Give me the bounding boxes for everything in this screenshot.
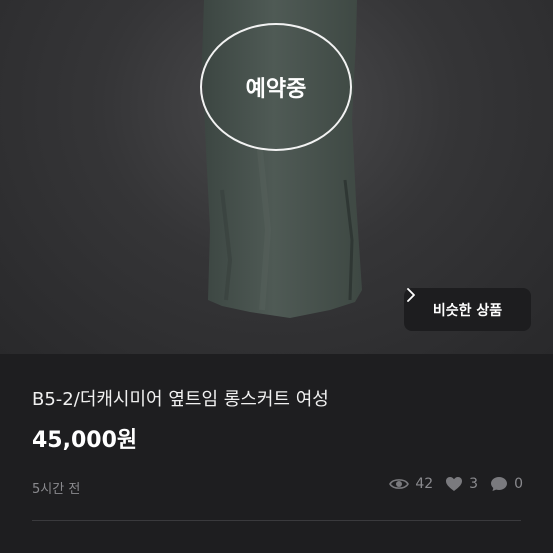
product-title: B5-2/더캐시미어 옆트임 롱스커트 여성 [32,389,329,410]
likes-count: 3 [469,476,479,492]
chat-bubble-icon [491,477,508,491]
heart-icon [446,477,463,491]
views-count: 42 [415,476,434,492]
section-divider [32,520,521,521]
product-price: 45,000원 [32,428,138,453]
similar-products-label: 비슷한 상품 [432,302,503,319]
eye-icon [389,479,410,489]
product-image[interactable]: 예약중 비슷한 상품 [0,0,553,354]
posted-time: 5시간 전 [32,482,81,497]
views-stat: 42 [389,476,433,492]
reserved-status-badge: 예약중 [200,23,352,151]
chats-count: 0 [514,476,523,492]
likes-stat: 3 [445,476,478,492]
chats-stat: 0 [490,476,523,492]
chevron-right-icon [407,288,415,302]
product-stats: 42 3 0 [389,476,523,492]
similar-products-button[interactable]: 비슷한 상품 [404,288,531,331]
